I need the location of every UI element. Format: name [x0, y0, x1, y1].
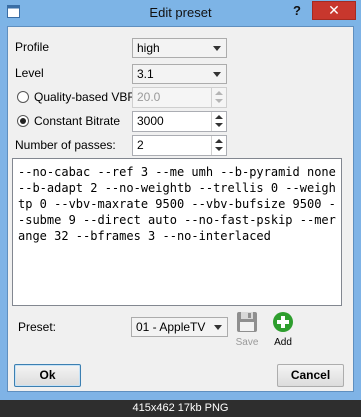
- profile-select[interactable]: high: [132, 38, 227, 58]
- ok-button[interactable]: Ok: [14, 364, 81, 387]
- chevron-down-icon: [213, 72, 221, 77]
- spin-down-icon: [215, 147, 223, 151]
- chevron-down-icon: [214, 325, 222, 330]
- passes-label: Number of passes:: [15, 138, 116, 152]
- encoder-options-textarea[interactable]: --no-cabac --ref 3 --me umh --b-pyramid …: [12, 158, 342, 306]
- add-preset-button[interactable]: Add: [271, 311, 295, 348]
- help-button[interactable]: ?: [287, 2, 307, 20]
- image-caption-bar: 415x462 17kb PNG: [0, 400, 361, 417]
- radio-selected-dot: [20, 118, 26, 124]
- preset-select[interactable]: 01 - AppleTV: [131, 317, 228, 337]
- spin-buttons[interactable]: [211, 136, 226, 155]
- quality-vbr-radio[interactable]: [17, 91, 29, 103]
- save-label: Save: [235, 337, 259, 348]
- spin-buttons[interactable]: [211, 112, 226, 131]
- bitrate-value: 3000: [137, 114, 164, 128]
- title-bar[interactable]: Edit preset ? ✕: [0, 0, 361, 26]
- spin-up-icon: [215, 115, 223, 119]
- chevron-down-icon: [213, 46, 221, 51]
- constant-bitrate-radio[interactable]: [17, 115, 29, 127]
- level-select[interactable]: 3.1: [132, 64, 227, 84]
- plus-circle-icon: [273, 312, 293, 332]
- spin-up-icon: [215, 91, 223, 95]
- floppy-disk-icon: [237, 312, 257, 332]
- preset-label: Preset:: [18, 320, 57, 334]
- add-label: Add: [274, 337, 292, 348]
- preset-value: 01 - AppleTV: [136, 320, 206, 334]
- spin-buttons[interactable]: [211, 88, 226, 107]
- passes-spinbox[interactable]: 2: [132, 135, 227, 156]
- constant-bitrate-label: Constant Bitrate: [34, 114, 121, 128]
- level-value: 3.1: [137, 67, 154, 81]
- save-preset-button[interactable]: Save: [235, 311, 259, 348]
- quality-vbr-spinbox[interactable]: 20.0: [132, 87, 227, 108]
- cancel-button[interactable]: Cancel: [277, 364, 344, 387]
- spin-down-icon: [215, 99, 223, 103]
- passes-value: 2: [137, 138, 144, 152]
- profile-label: Profile: [15, 40, 50, 54]
- quality-vbr-label: Quality-based VBR: [34, 90, 137, 104]
- quality-vbr-value: 20.0: [137, 90, 161, 104]
- spin-down-icon: [215, 123, 223, 127]
- bitrate-spinbox[interactable]: 3000: [132, 111, 227, 132]
- close-button[interactable]: ✕: [312, 1, 356, 20]
- spin-up-icon: [215, 139, 223, 143]
- level-label: Level: [15, 66, 44, 80]
- profile-value: high: [137, 41, 160, 55]
